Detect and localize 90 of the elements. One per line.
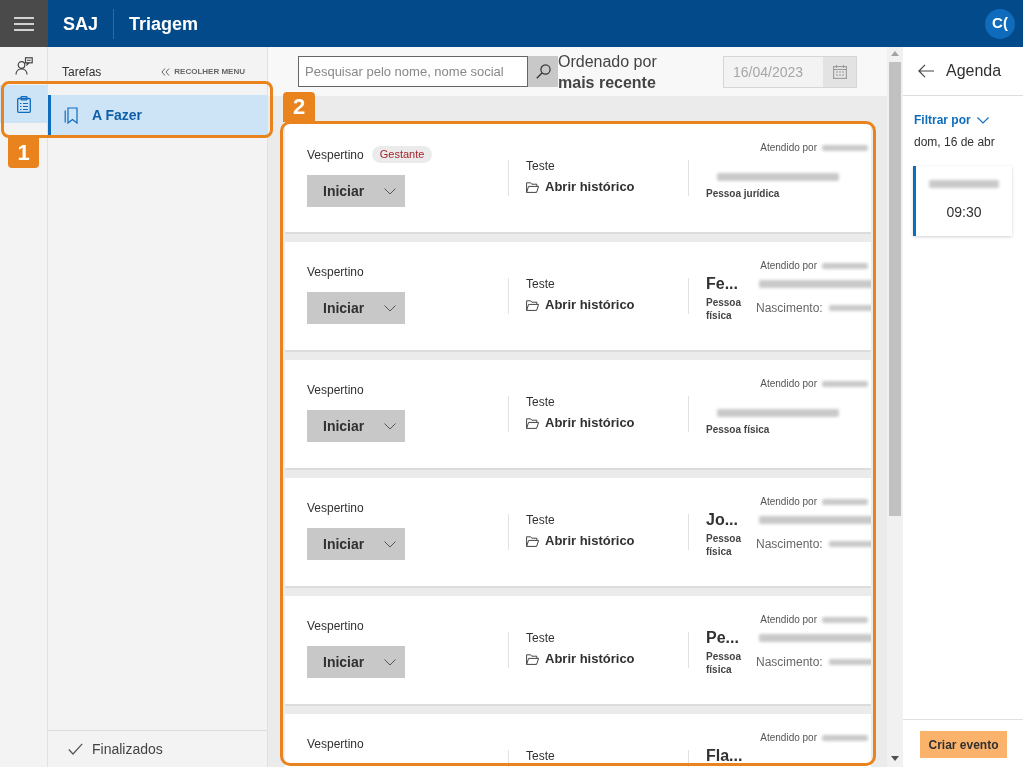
filter-button[interactable]: Filtrar por: [913, 112, 989, 128]
start-button[interactable]: Iniciar: [307, 292, 375, 324]
attended-by-label: Atendido por: [760, 142, 817, 154]
folder-icon: [526, 417, 539, 429]
clipboard-list-icon: [16, 95, 31, 113]
period-label: Vespertino: [307, 146, 364, 163]
dropdown-toggle-button[interactable]: [375, 410, 405, 442]
open-history-link[interactable]: Abrir histórico: [526, 296, 635, 314]
menu-button[interactable]: [0, 0, 48, 47]
chevron-down-icon: [384, 658, 396, 666]
chevron-down-icon: [384, 540, 396, 548]
birth-label: Nascimento:: [756, 536, 823, 552]
attended-by-label: Atendido por: [760, 732, 817, 744]
dropdown-toggle-button[interactable]: [375, 646, 405, 678]
person-name: Jo...: [706, 511, 739, 529]
back-arrow-icon: [918, 64, 934, 78]
subject-label: Teste: [526, 512, 556, 528]
step-number: 1: [8, 138, 39, 168]
person-type: Pessoa jurídica: [706, 187, 781, 200]
agenda-date: dom, 16 de abr: [913, 134, 996, 150]
person-type: Pessoa física: [706, 532, 743, 558]
dropdown-toggle-button[interactable]: [375, 175, 405, 207]
person-name: Pe...: [706, 629, 740, 647]
person-name: Fla...: [706, 747, 744, 765]
person-speech-icon: [14, 57, 33, 75]
dropdown-toggle-button[interactable]: [375, 292, 405, 324]
folder-icon: [526, 299, 539, 311]
folder-icon: [526, 535, 539, 547]
page-title: Triagem: [129, 12, 199, 35]
collapse-menu-button[interactable]: RECOLHER MENU: [161, 67, 245, 77]
open-history-link[interactable]: Abrir histórico: [526, 650, 635, 668]
person-name: Fe...: [706, 275, 739, 293]
user-avatar[interactable]: C(: [985, 8, 1015, 39]
subject-label: Teste: [526, 276, 556, 292]
person-type: Pessoa física: [706, 296, 743, 322]
attended-by-label: Atendido por: [760, 496, 817, 508]
birth-label: Nascimento:: [756, 300, 823, 316]
search-icon: [535, 64, 551, 79]
subject-label: Teste: [526, 748, 556, 764]
folder-icon: [526, 181, 539, 193]
subject-label: Teste: [526, 394, 556, 410]
category-tag: Gestante: [371, 146, 433, 163]
attended-by-label: Atendido por: [760, 614, 817, 626]
create-event-button[interactable]: Criar evento: [920, 731, 1007, 758]
back-button[interactable]: [918, 64, 934, 78]
app-name: SAJ: [63, 12, 98, 35]
chevron-down-icon: [384, 187, 396, 195]
rail-button[interactable]: [0, 85, 47, 123]
open-history-link[interactable]: Abrir histórico: [526, 532, 635, 550]
period-label: Vespertino: [307, 264, 364, 280]
finalized-nav-item[interactable]: Finalizados: [48, 730, 267, 767]
period-label: Vespertino: [307, 500, 364, 516]
menu-icon: [14, 16, 34, 31]
scrollbar-thumb[interactable]: [889, 62, 901, 516]
period-label: Vespertino: [307, 382, 364, 398]
chevron-down-icon: [384, 422, 396, 430]
subject-label: Teste: [526, 158, 556, 174]
task-filter-item[interactable]: A Fazer: [48, 95, 267, 135]
period-label: Vespertino: [307, 736, 364, 752]
search-button[interactable]: [528, 56, 558, 87]
scrollbar-track[interactable]: [887, 47, 903, 767]
dropdown-toggle-button[interactable]: [375, 528, 405, 560]
open-history-link[interactable]: Abrir histórico: [526, 414, 635, 432]
attended-by-label: Atendido por: [760, 378, 817, 390]
start-button[interactable]: Iniciar: [307, 646, 375, 678]
folder-icon: [526, 653, 539, 665]
step-number: 2: [283, 92, 315, 122]
sort-button[interactable]: Ordenado por mais recente: [558, 50, 657, 93]
event-card[interactable]: 09:30: [913, 166, 1012, 236]
search-field[interactable]: Pesquisar pelo nome, nome social: [298, 56, 528, 87]
check-icon: [68, 743, 83, 755]
agenda-title: Agenda: [946, 61, 1002, 81]
birth-label: Nascimento:: [756, 654, 823, 670]
double-chevron-left-icon: [161, 68, 171, 76]
period-label: Vespertino: [307, 618, 364, 634]
bookmarks-icon: [64, 106, 78, 124]
attended-by-label: Atendido por: [760, 260, 817, 272]
chevron-down-icon: [976, 116, 989, 124]
start-button[interactable]: Iniciar: [307, 410, 375, 442]
start-button[interactable]: Iniciar: [307, 528, 375, 560]
scroll-up-arrow-icon[interactable]: [891, 51, 899, 56]
scroll-down-arrow-icon[interactable]: [891, 756, 899, 761]
section-title: Tarefas: [62, 64, 102, 80]
start-button[interactable]: Iniciar: [307, 175, 375, 207]
event-time: 09:30: [946, 203, 982, 221]
chevron-down-icon: [384, 304, 396, 312]
person-type: Pessoa física: [706, 423, 771, 436]
subject-label: Teste: [526, 630, 556, 646]
person-type: Pessoa física: [706, 650, 743, 676]
open-history-link[interactable]: Abrir histórico: [526, 178, 635, 196]
